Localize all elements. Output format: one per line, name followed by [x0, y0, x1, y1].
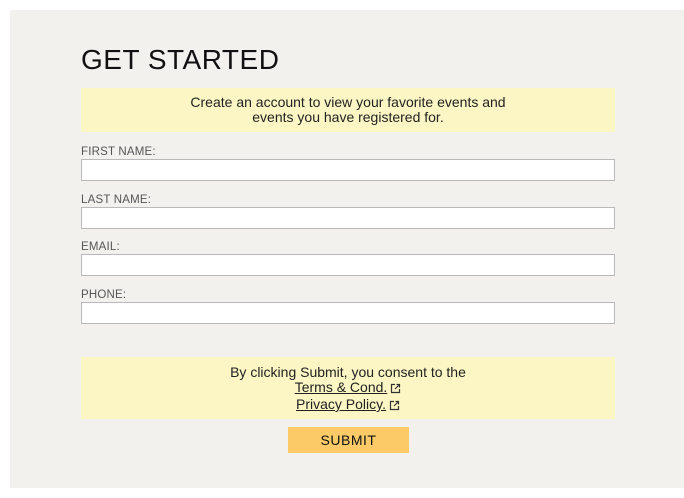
last-name-input[interactable]	[81, 207, 615, 229]
external-link-icon	[389, 399, 400, 414]
phone-label: PHONE:	[81, 289, 127, 301]
external-link-icon	[390, 382, 401, 397]
first-name-input[interactable]	[81, 159, 615, 181]
email-label: EMAIL:	[81, 241, 120, 253]
signup-panel: GET STARTED Create an account to view yo…	[10, 10, 684, 488]
terms-link-label: Terms & Cond.	[294, 379, 388, 395]
page-title: GET STARTED	[81, 44, 280, 75]
email-input[interactable]	[81, 254, 615, 276]
submit-button[interactable]: SUBMIT	[288, 427, 409, 453]
intro-line-1: Create an account to view your favorite …	[190, 94, 506, 110]
consent-note: By clicking Submit, you consent to the T…	[81, 357, 615, 419]
terms-link[interactable]: Terms & Cond.	[295, 379, 388, 395]
phone-input[interactable]	[81, 302, 615, 324]
privacy-link[interactable]: Privacy Policy.	[296, 396, 386, 412]
intro-line-2: events you have registered for.	[252, 109, 444, 125]
consent-text: By clicking Submit, you consent to the	[230, 364, 466, 380]
intro-note: Create an account to view your favorite …	[81, 88, 615, 132]
privacy-link-label: Privacy Policy.	[296, 396, 386, 412]
last-name-label: LAST NAME:	[81, 194, 152, 206]
first-name-label: FIRST NAME:	[81, 146, 156, 158]
